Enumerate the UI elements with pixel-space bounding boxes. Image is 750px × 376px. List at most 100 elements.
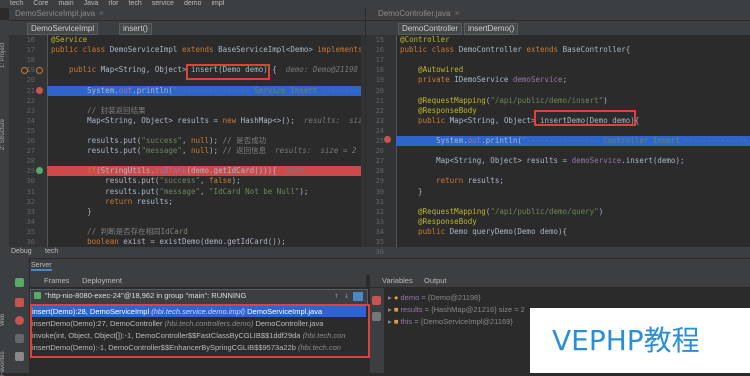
line-number[interactable]: 34 [9,218,35,226]
favorites-tool-button[interactable]: Favorites [0,340,9,376]
code-line[interactable]: } [51,207,92,217]
variable-results[interactable]: ▸ ■ results = {HashMap@21216} size = 2 [388,304,525,315]
settings-icon[interactable] [15,352,24,361]
line-number[interactable]: 35 [366,238,384,246]
crumb-6[interactable]: service [152,0,174,8]
line-number[interactable]: 29 [366,177,384,185]
line-number[interactable]: 35 [9,228,35,236]
stop-icon[interactable] [15,298,24,307]
code-line[interactable]: @Autowired [400,65,463,75]
line-number[interactable]: 29 [9,167,35,175]
line-number[interactable]: 32 [9,198,35,206]
code-line[interactable]: return results; [51,197,173,207]
line-number[interactable]: 22 [366,107,384,115]
left-scroll-marker[interactable] [361,35,365,247]
line-number[interactable]: 25 [366,137,384,145]
line-number[interactable]: 26 [366,147,384,155]
right-code-area[interactable]: @Controller public class DemoController e… [396,35,750,247]
line-number[interactable]: 21 [366,97,384,105]
crumb-7[interactable]: demo [184,0,202,8]
close-icon[interactable]: × [99,9,104,18]
code-line[interactable]: results.put("message", null); // 返回信息 re… [51,146,356,156]
code-line[interactable]: // 封装返回结果 [51,106,146,116]
debug-title[interactable]: Debug [11,248,32,255]
line-number[interactable]: 36 [366,248,384,256]
thread-selector[interactable]: "http-nio-8080-exec-24"@18,962 in group … [30,289,368,305]
code-line[interactable]: @RequestMapping("/api/public/demo/insert… [400,96,608,106]
line-number[interactable]: 17 [9,46,35,54]
resume-icon[interactable] [15,278,24,287]
line-number[interactable]: 17 [366,56,384,64]
implements-marker-icon[interactable] [21,67,28,74]
filter-icon[interactable] [353,292,363,301]
tab-demoserviceimpl[interactable]: DemoServiceImpl.java × [11,9,108,19]
structure-tool-button[interactable]: 2: Structure [0,100,9,150]
code-line[interactable]: System.out.println("---------------- Ser… [51,86,365,96]
nav-crumb-method[interactable]: insert() [119,23,152,35]
variable-demo[interactable]: ▸ ● demo = {Demo@21198} [388,292,481,303]
code-line[interactable]: System.out.println("---------------- Con… [400,136,750,146]
crumb-0[interactable]: tech [10,0,23,8]
breakpoint-icon[interactable] [36,87,43,94]
add-watch-icon[interactable] [372,296,381,305]
tab-democontroller[interactable]: DemoController.java × [374,9,463,19]
code-line[interactable]: private IDemoService demoService; [400,75,567,85]
mute-breakpoints-icon[interactable] [15,334,24,343]
code-line[interactable]: public Demo queryDemo(Demo demo){ [400,227,567,237]
code-line[interactable]: @ResponseBody [400,217,477,227]
code-line[interactable]: @Service [51,35,87,45]
line-number[interactable]: 20 [366,87,384,95]
close-icon[interactable]: × [454,9,459,18]
code-line[interactable]: @ResponseBody [400,106,477,116]
line-number[interactable]: 22 [9,97,35,105]
frames-tab[interactable]: Frames [44,276,69,285]
code-line[interactable]: results.put("success", null); // 是否成功 [51,136,266,146]
override-marker-icon[interactable] [36,67,43,74]
code-line[interactable]: } [400,187,423,197]
line-number[interactable]: 24 [9,117,35,125]
line-number[interactable]: 33 [9,208,35,216]
line-number[interactable]: 25 [9,127,35,135]
variables-tab[interactable]: Variables [382,276,413,285]
line-number[interactable]: 27 [9,147,35,155]
deployment-tab[interactable]: Deployment [82,276,122,285]
line-number[interactable]: 16 [9,36,35,44]
line-number[interactable]: 20 [9,76,35,84]
line-number[interactable]: 26 [9,137,35,145]
code-line[interactable]: public class DemoController extends Base… [400,45,630,55]
line-number[interactable]: 33 [366,218,384,226]
variable-this[interactable]: ▸ ■ this = {DemoServiceImpl@21169} [388,316,513,327]
line-number[interactable]: 32 [366,208,384,216]
code-line[interactable]: if(StringUtils.isBlank(demo.getIdCard())… [51,166,313,176]
web-tool-button[interactable]: Web [0,312,9,326]
nav-crumb-method[interactable]: insertDemo() [464,23,519,35]
code-line[interactable]: Map<String, Object> results = demoServic… [400,156,684,166]
line-number[interactable]: 34 [366,228,384,236]
output-tab[interactable]: Output [424,276,447,285]
line-number[interactable]: 19 [366,76,384,84]
line-number[interactable]: 18 [366,66,384,74]
remove-watch-icon[interactable] [372,312,381,321]
code-line[interactable]: // 判断是否存在相同IdCard [51,227,188,237]
code-line[interactable]: boolean exist = existDemo(demo.getIdCard… [51,237,286,247]
line-number[interactable]: 21 [9,87,35,95]
code-line[interactable]: @RequestMapping("/api/public/demo/query"… [400,207,603,217]
line-number[interactable]: 15 [366,36,384,44]
line-number[interactable]: 31 [366,198,384,206]
line-number[interactable]: 30 [9,177,35,185]
line-number[interactable]: 23 [9,107,35,115]
view-breakpoints-icon[interactable] [15,316,24,325]
line-number[interactable]: 31 [9,188,35,196]
line-number[interactable]: 16 [366,46,384,54]
nav-crumb-class[interactable]: DemoController [398,23,463,35]
current-breakpoint-icon[interactable] [36,167,43,174]
up-arrow-icon[interactable]: ↑ [334,291,339,300]
line-number[interactable]: 18 [9,56,35,64]
down-arrow-icon[interactable]: ↓ [344,291,349,300]
code-line[interactable]: public class DemoServiceImpl extends Bas… [51,45,365,55]
crumb-4[interactable]: rlor [108,0,118,8]
line-number[interactable]: 24 [366,127,384,135]
crumb-2[interactable]: main [58,0,73,8]
line-number[interactable]: 27 [366,157,384,165]
breakpoint-icon[interactable] [384,136,391,143]
